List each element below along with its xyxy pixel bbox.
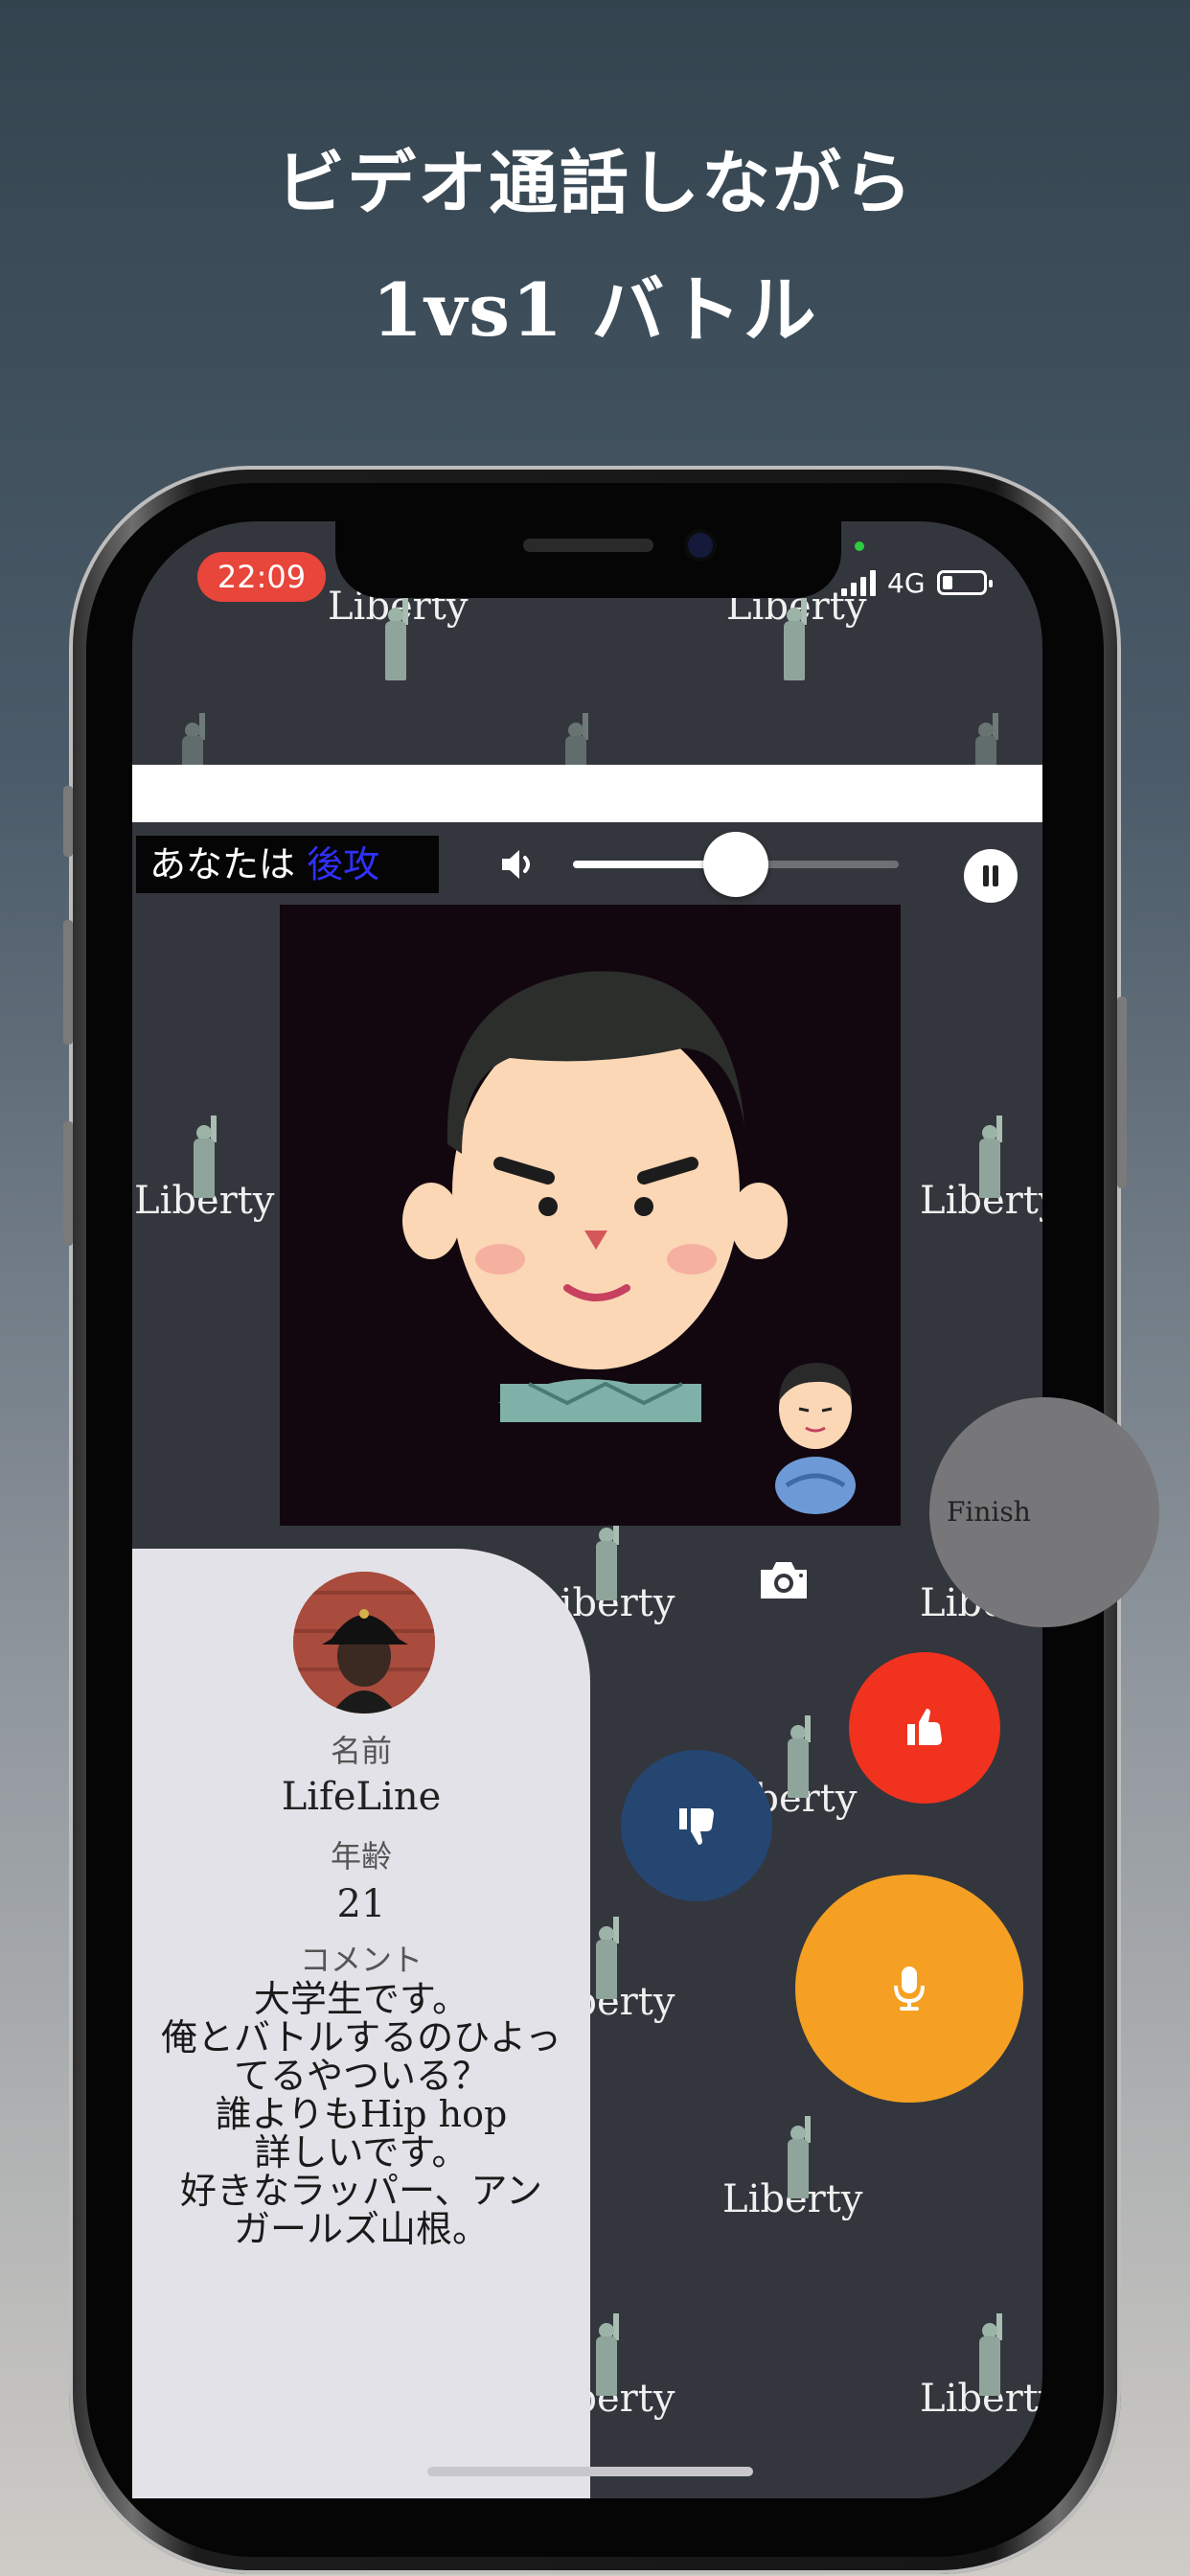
comment-line: 誰よりもHip hop (215, 2093, 508, 2135)
statue-icon (584, 1518, 629, 1600)
statue-icon (772, 598, 816, 680)
statue-icon (776, 1715, 820, 1798)
statue-icon (374, 598, 418, 680)
dislike-button[interactable] (621, 1750, 772, 1901)
statue-icon (968, 1116, 1012, 1198)
battery-icon (936, 570, 993, 595)
headline-line-2: 1vs1 バトル (372, 267, 818, 353)
comment-line: 大学生です。 (253, 1978, 469, 2020)
phone-notch (335, 521, 841, 598)
network-type: 4G (887, 566, 926, 599)
turn-prefix: あなたは (149, 843, 296, 886)
age-label: 年齢 (330, 1838, 392, 1874)
self-video-preview[interactable] (763, 1342, 868, 1514)
comment-line: 俺とバトルするのひよっ (160, 2016, 561, 2058)
volume-up-side-button (63, 920, 73, 1045)
opponent-comment: 大学生です。 俺とバトルするのひよっ てるやついる？ 誰よりもHip hop 詳… (144, 1980, 579, 2248)
comment-label: コメント (299, 1942, 423, 1978)
camera-in-use-indicator (855, 541, 864, 551)
statue-icon (584, 1917, 629, 1999)
microphone-button[interactable] (795, 1874, 1023, 2103)
volume-down-side-button (63, 1121, 73, 1246)
comment-line: 好きなラッパー、アン (179, 2170, 543, 2212)
turn-side: 後攻 (307, 843, 380, 886)
avatar-image (293, 1572, 435, 1714)
finish-button[interactable]: Finish (929, 1397, 1159, 1627)
opponent-age: 21 (336, 1882, 386, 1926)
name-label: 名前 (330, 1733, 392, 1769)
statue-icon (968, 2313, 1012, 2396)
volume-slider-knob[interactable] (703, 832, 768, 897)
front-camera (688, 533, 713, 558)
power-side-button (1117, 997, 1127, 1188)
microphone-icon (894, 1966, 925, 2011)
home-indicator[interactable] (427, 2467, 753, 2476)
turn-indicator: あなたは 後攻 (136, 836, 439, 893)
headline-line-1: ビデオ通話しながら (275, 142, 914, 223)
statue-icon (584, 2313, 629, 2396)
statue-icon (182, 1116, 226, 1198)
comment-line: ガールズ山根。 (233, 2208, 489, 2250)
status-time: 22:09 (197, 552, 326, 602)
volume-slider[interactable] (573, 832, 899, 897)
comment-line: てるやついる？ (233, 2055, 489, 2097)
thumbs-up-icon (907, 1709, 942, 1745)
comment-line: 詳しいです。 (254, 2131, 469, 2174)
avatar[interactable] (293, 1572, 435, 1714)
status-right: 4G (841, 564, 993, 602)
pause-button[interactable] (964, 849, 1018, 903)
statue-icon (776, 2116, 820, 2198)
battle-topic-bar (132, 765, 1042, 822)
opponent-name: LifeLine (281, 1775, 442, 1819)
thumbs-down-icon (679, 1808, 714, 1845)
speaker-icon[interactable] (496, 843, 538, 886)
earpiece-speaker (523, 539, 653, 552)
mute-switch (63, 786, 73, 857)
signal-bars-icon (841, 569, 876, 596)
camera-icon[interactable] (757, 1558, 811, 1602)
like-button[interactable] (849, 1652, 1000, 1804)
